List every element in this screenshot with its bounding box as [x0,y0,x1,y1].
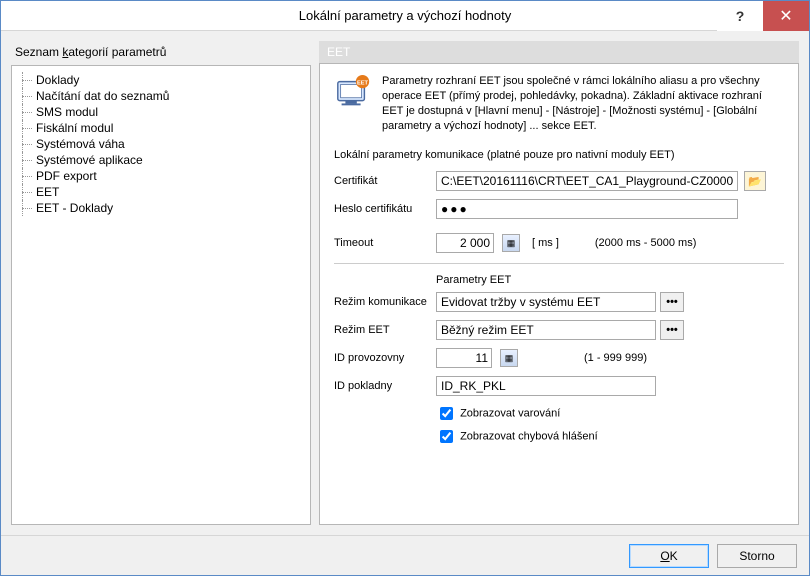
id-pok-input[interactable] [436,376,656,396]
cert-browse-button[interactable]: 📂 [744,171,766,191]
calculator-icon: ▦ [505,353,514,364]
rezim-eet-label: Režim EET [334,324,430,336]
ellipsis-icon: ••• [666,296,678,308]
timeout-unit: [ ms ] [532,237,559,249]
folder-icon: 📂 [748,175,762,188]
cancel-button[interactable]: Storno [717,544,797,568]
pass-input[interactable] [436,199,738,219]
row-rezim-kom: Režim komunikace ••• [334,292,784,312]
right-panel-content: EET Parametry rozhraní EET jsou společné… [319,63,799,525]
tree-item-sms[interactable]: SMS modul [16,104,306,120]
tree-item-eet-doklady[interactable]: EET - Doklady [16,200,306,216]
ok-button[interactable]: OOKK [629,544,709,568]
cert-input[interactable] [436,171,738,191]
calculator-icon: ▦ [507,238,516,249]
id-prov-range: (1 - 999 999) [584,352,647,364]
timeout-input[interactable] [436,233,494,253]
dialog-body: Seznam kategorií parametrů Doklady Načít… [1,31,809,535]
tree-item-vaha[interactable]: Systémová váha [16,136,306,152]
category-list-label: Seznam kategorií parametrů [11,41,311,65]
tree-item-doklady[interactable]: Doklady [16,72,306,88]
dialog-window: Lokální parametry a výchozí hodnoty ? ✕ … [0,0,810,576]
left-panel: Seznam kategorií parametrů Doklady Načít… [11,41,311,525]
titlebar-title: Lokální parametry a výchozí hodnoty [299,8,511,23]
id-pok-label: ID pokladny [334,380,430,392]
close-button[interactable]: ✕ [763,1,809,31]
dialog-footer: OOKK Storno [1,535,809,575]
id-prov-calc-button[interactable]: ▦ [500,349,518,367]
pass-label: Heslo certifikátu [334,203,430,215]
check-errors-label: Zobrazovat chybová hlášení [460,431,598,443]
tree-item-eet[interactable]: EET [16,184,306,200]
row-id-pok: ID pokladny [334,376,784,396]
check-warnings-label: Zobrazovat varování [460,408,560,420]
row-cert: Certifikát 📂 [334,171,784,191]
rezim-kom-label: Režim komunikace [334,296,430,308]
category-tree[interactable]: Doklady Načítání dat do seznamů SMS modu… [11,65,311,525]
rezim-eet-input[interactable] [436,320,656,340]
help-button[interactable]: ? [717,1,763,31]
titlebar-buttons: ? ✕ [717,1,809,31]
tree-item-fiskalni[interactable]: Fiskální modul [16,120,306,136]
row-rezim-eet: Režim EET ••• [334,320,784,340]
titlebar: Lokální parametry a výchozí hodnoty ? ✕ [1,1,809,31]
check-warnings[interactable] [440,407,453,420]
info-row: EET Parametry rozhraní EET jsou společné… [334,74,784,133]
row-pass: Heslo certifikátu [334,199,784,219]
row-check-warn: Zobrazovat varování [436,404,784,423]
section-local-params-label: Lokální parametry komunikace (platné pou… [334,149,784,161]
rezim-kom-input[interactable] [436,292,656,312]
timeout-calc-button[interactable]: ▦ [502,234,520,252]
divider [334,263,784,264]
right-panel-header: EET [319,41,799,63]
timeout-label: Timeout [334,237,430,249]
rezim-kom-picker-button[interactable]: ••• [660,292,684,312]
row-timeout: Timeout ▦ [ ms ] (2000 ms - 5000 ms) [334,233,784,253]
timeout-range: (2000 ms - 5000 ms) [595,237,696,249]
id-prov-input[interactable] [436,348,492,368]
params-eet-header: Parametry EET [436,274,784,286]
cert-label: Certifikát [334,175,430,187]
tree-item-nacitani[interactable]: Načítání dat do seznamů [16,88,306,104]
row-id-prov: ID provozovny ▦ (1 - 999 999) [334,348,784,368]
row-check-err: Zobrazovat chybová hlášení [436,427,784,446]
ellipsis-icon: ••• [666,324,678,336]
rezim-eet-picker-button[interactable]: ••• [660,320,684,340]
tree-item-pdf[interactable]: PDF export [16,168,306,184]
right-panel: EET EET Parametry rozhraní EET jsou [319,41,799,525]
eet-monitor-icon: EET [334,74,372,112]
check-errors[interactable] [440,430,453,443]
info-text: Parametry rozhraní EET jsou společné v r… [382,74,784,133]
svg-text:EET: EET [357,80,369,86]
tree-item-aplikace[interactable]: Systémové aplikace [16,152,306,168]
id-prov-label: ID provozovny [334,352,430,364]
